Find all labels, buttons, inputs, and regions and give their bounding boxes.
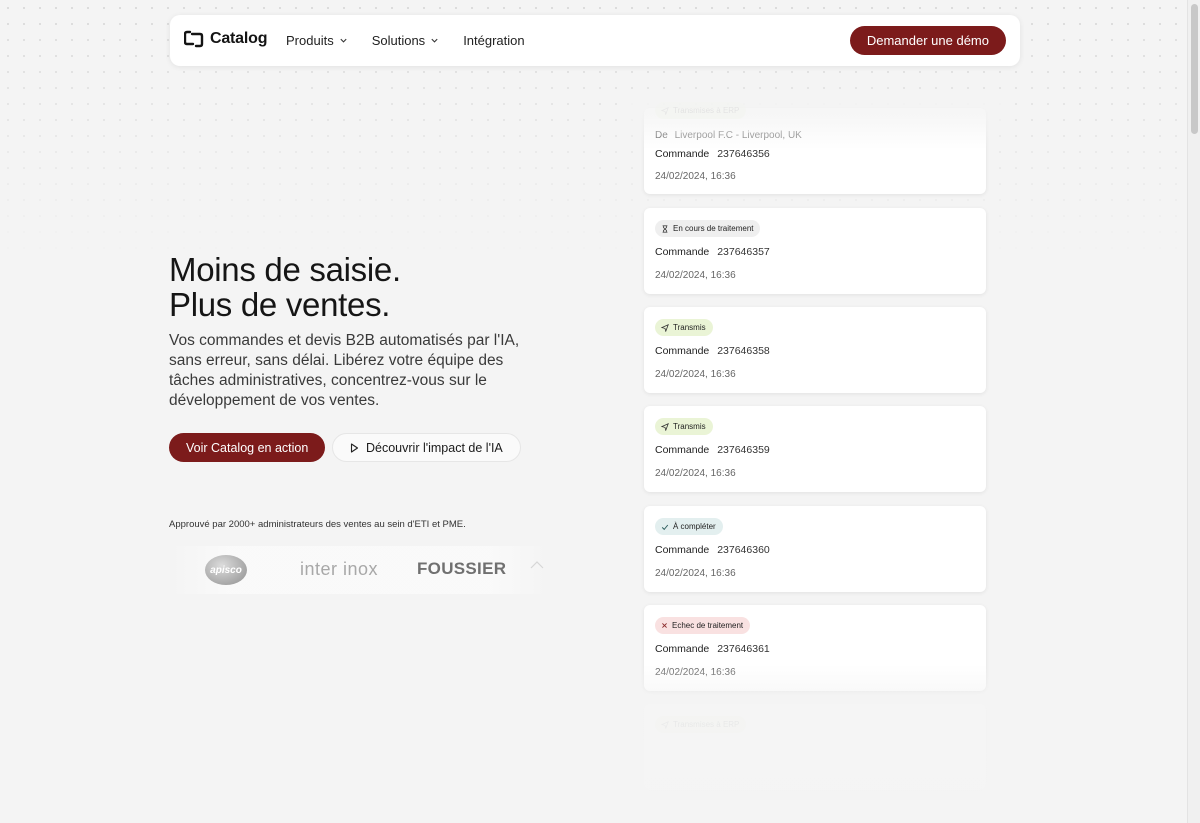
order-sender: De Liverpool F.C - Liverpool, UK [655, 130, 802, 141]
status-badge: Echec de traitement [655, 617, 751, 634]
chevron-down-icon [431, 38, 438, 43]
status-badge: Transmis [655, 319, 713, 336]
menu-item-integration[interactable]: Intégration [463, 33, 524, 48]
send-icon [661, 106, 669, 115]
order-date: 24/02/2024, 16:36 [655, 369, 736, 380]
logo-text: Catalog [210, 30, 268, 47]
order-number: Commande 237646361 [655, 643, 770, 655]
order-card[interactable]: Transmises à ERP [644, 704, 986, 790]
see-catalog-in-action-button[interactable]: Voir Catalog en action [169, 433, 326, 462]
discover-ai-impact-button[interactable]: Découvrir l'impact de l'IA [332, 433, 521, 462]
order-card[interactable]: Transmises à ERP De Liverpool F.C - Live… [644, 102, 986, 194]
orders-feed: Transmises à ERP De Liverpool F.C - Live… [624, 0, 1004, 823]
status-badge: À compléter [655, 518, 723, 535]
interinox-logo: inter inox [300, 559, 379, 579]
menu-item-label: Solutions [371, 33, 426, 48]
status-badge: En cours de traitement [655, 220, 761, 237]
order-number: Commande 237646356 [655, 148, 770, 160]
menu-item-label: Intégration [463, 33, 525, 48]
order-number: Commande 237646358 [655, 345, 770, 357]
discover-ai-impact-label: Découvrir l'impact de l'IA [366, 440, 503, 455]
order-card[interactable]: Echec de traitement Commande 237646361 2… [644, 605, 986, 691]
order-card[interactable]: Transmis Commande 237646358 24/02/2024, … [644, 307, 986, 393]
catalog-logo-icon [184, 30, 204, 48]
order-card[interactable]: Transmis Commande 237646359 24/02/2024, … [644, 406, 986, 492]
status-badge: Transmises à ERP [655, 716, 747, 733]
hero-title-line-2: Plus de ventes. [169, 286, 391, 323]
check-icon [661, 524, 669, 530]
order-date: 24/02/2024, 16:36 [655, 171, 736, 182]
page-scrollbar[interactable] [1187, 0, 1200, 823]
menu-item-solutions[interactable]: Solutions [372, 33, 439, 48]
main-menu: Produits Solutions Intégration [286, 15, 549, 66]
order-number: Commande 237646360 [655, 544, 770, 556]
hero-title-line-1: Moins de saisie. [169, 251, 401, 288]
hero-description: Vos commandes et devis B2B automatisés p… [169, 332, 520, 409]
send-icon [661, 422, 669, 431]
chevron-down-icon [340, 38, 347, 43]
foussier-logo: FOUSSIER [417, 559, 507, 578]
order-number: Commande 237646359 [655, 444, 770, 456]
order-number: Commande 237646357 [655, 246, 770, 258]
status-badge: Transmis [655, 418, 713, 435]
apisco-logo: apisco [205, 555, 247, 585]
status-badge: Transmises à ERP [655, 102, 747, 119]
order-date: 24/02/2024, 16:36 [655, 568, 736, 579]
hero-title: Moins de saisie. Plus de ventes. [169, 252, 401, 322]
partial-logo-icon [530, 561, 544, 569]
send-icon [661, 720, 669, 729]
hourglass-icon [662, 224, 668, 233]
order-card[interactable]: À compléter Commande 237646360 24/02/202… [644, 506, 986, 592]
menu-item-produits[interactable]: Produits [286, 33, 348, 48]
scrollbar-thumb[interactable] [1191, 4, 1198, 134]
send-icon [661, 323, 669, 332]
menu-item-label: Produits [286, 33, 334, 48]
client-logos-strip: apisco inter inox FOUSSIER [170, 546, 548, 594]
order-date: 24/02/2024, 16:36 [655, 468, 736, 479]
catalog-logo[interactable]: Catalog [184, 30, 267, 48]
trust-statement: Approuvé par 2000+ administrateurs des v… [169, 519, 466, 530]
order-card[interactable]: En cours de traitement Commande 23764635… [644, 208, 986, 294]
close-icon [662, 623, 667, 628]
play-icon [350, 442, 359, 453]
order-date: 24/02/2024, 16:36 [655, 667, 736, 678]
order-date: 24/02/2024, 16:36 [655, 270, 736, 281]
